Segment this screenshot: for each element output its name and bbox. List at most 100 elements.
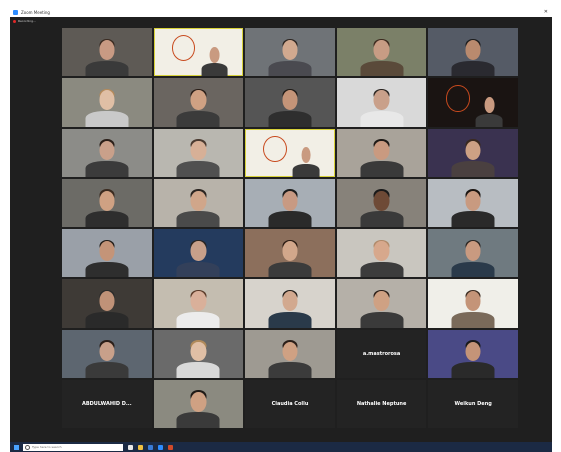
participant-video — [176, 337, 220, 378]
participant-tile[interactable] — [153, 279, 244, 328]
participant-video — [360, 287, 404, 328]
logo-emblem — [446, 85, 470, 112]
task-view-icon[interactable] — [128, 444, 133, 450]
participant-video — [268, 337, 312, 378]
taskbar-search-input[interactable]: Type here to search — [23, 443, 123, 451]
participant-tile[interactable]: ABDULWAHID D... — [62, 379, 152, 428]
taskbar: Type here to search — [10, 442, 552, 452]
record-icon — [13, 19, 16, 23]
participant-video — [292, 143, 320, 177]
participant-tile[interactable] — [153, 78, 244, 127]
participant-tile[interactable] — [428, 78, 518, 127]
window-title: Zoom Meeting — [21, 10, 50, 15]
participant-tile[interactable] — [153, 128, 244, 177]
participant-tile[interactable] — [153, 229, 244, 278]
participant-video — [268, 86, 312, 127]
participant-video — [360, 186, 404, 227]
file-explorer-icon[interactable] — [138, 444, 143, 450]
participant-video — [176, 387, 220, 428]
participant-video — [268, 186, 312, 227]
participant-video — [268, 287, 312, 328]
zoom-taskbar-icon[interactable] — [158, 444, 163, 450]
participant-tile[interactable] — [336, 229, 427, 278]
participant-tile[interactable] — [428, 28, 518, 77]
participant-tile[interactable] — [62, 28, 152, 77]
participant-tile[interactable] — [245, 329, 335, 378]
windows-start-icon[interactable] — [14, 444, 19, 450]
participant-tile[interactable] — [336, 28, 427, 77]
participant-tile[interactable] — [153, 329, 244, 378]
participant-tile[interactable] — [62, 78, 152, 127]
participant-tile[interactable] — [245, 279, 335, 328]
participant-video — [85, 337, 129, 378]
participant-video — [268, 236, 312, 278]
participant-tile[interactable] — [428, 178, 518, 227]
participant-tile[interactable] — [428, 329, 518, 378]
logo-emblem — [171, 35, 195, 62]
participant-tile[interactable] — [153, 28, 244, 77]
participant-video — [360, 136, 404, 177]
participant-tile[interactable] — [62, 128, 152, 177]
participant-video — [451, 186, 495, 227]
participant-tile[interactable] — [62, 178, 152, 227]
participant-tile[interactable] — [245, 78, 335, 127]
participant-video — [451, 337, 495, 378]
participant-tile[interactable] — [62, 279, 152, 328]
participant-video — [85, 35, 129, 77]
search-placeholder: Type here to search — [32, 445, 62, 449]
participant-tile[interactable] — [245, 28, 335, 77]
participant-video — [360, 35, 404, 77]
participant-tile[interactable]: Nathalie Neptune — [336, 379, 427, 428]
close-icon[interactable]: ✕ — [544, 9, 548, 15]
title-bar: Zoom Meeting ✕ — [10, 8, 552, 17]
participant-video — [451, 287, 495, 328]
app-taskbar-icon[interactable] — [168, 444, 173, 450]
participant-tile[interactable]: Weikun Deng — [428, 379, 518, 428]
logo-emblem — [263, 135, 287, 162]
participant-video — [268, 35, 312, 77]
participant-video — [360, 86, 404, 127]
participant-name-display: Weikun Deng — [454, 400, 492, 407]
participant-video — [451, 136, 495, 177]
participant-tile[interactable] — [336, 78, 427, 127]
gallery-grid: a.mastrorosa ABDULWAHID D... Claudia Collu… — [62, 28, 518, 428]
participant-tile[interactable] — [245, 128, 335, 177]
zoom-app-icon — [13, 10, 18, 15]
participant-video — [176, 236, 220, 278]
participant-video — [85, 186, 129, 227]
participant-tile[interactable] — [336, 128, 427, 177]
participant-tile[interactable] — [62, 229, 152, 278]
participant-video — [451, 35, 495, 77]
search-icon — [25, 444, 30, 450]
participant-name-display: Nathalie Neptune — [356, 400, 407, 407]
participant-tile[interactable] — [336, 279, 427, 328]
participant-tile[interactable] — [62, 329, 152, 378]
participant-name-display: a.mastrorosa — [362, 350, 401, 357]
participant-tile[interactable] — [428, 279, 518, 328]
participant-video — [176, 86, 220, 127]
recording-indicator[interactable]: Recording... — [13, 19, 36, 23]
browser-icon[interactable] — [148, 444, 153, 450]
participant-tile[interactable]: Claudia Collu — [245, 379, 335, 428]
participant-video — [176, 287, 220, 328]
participant-video — [85, 236, 129, 278]
participant-video — [201, 42, 228, 77]
zoom-window: Zoom Meeting ✕ Recording... a.mastrorosa… — [10, 8, 552, 442]
participant-video — [360, 236, 404, 278]
participant-video — [176, 186, 220, 227]
participant-tile[interactable] — [153, 178, 244, 227]
participant-tile[interactable] — [245, 178, 335, 227]
participant-name-display: Claudia Collu — [271, 400, 309, 407]
participant-video — [85, 136, 129, 177]
participant-tile[interactable]: a.mastrorosa — [336, 329, 427, 378]
participant-name-display: ABDULWAHID D... — [81, 400, 132, 407]
participant-tile[interactable] — [153, 379, 244, 428]
participant-video — [475, 93, 503, 127]
participant-tile[interactable] — [428, 229, 518, 278]
participant-video — [176, 136, 220, 177]
participant-video — [85, 287, 129, 328]
participant-tile[interactable] — [245, 229, 335, 278]
participant-tile[interactable] — [428, 128, 518, 177]
participant-video — [451, 236, 495, 278]
participant-tile[interactable] — [336, 178, 427, 227]
